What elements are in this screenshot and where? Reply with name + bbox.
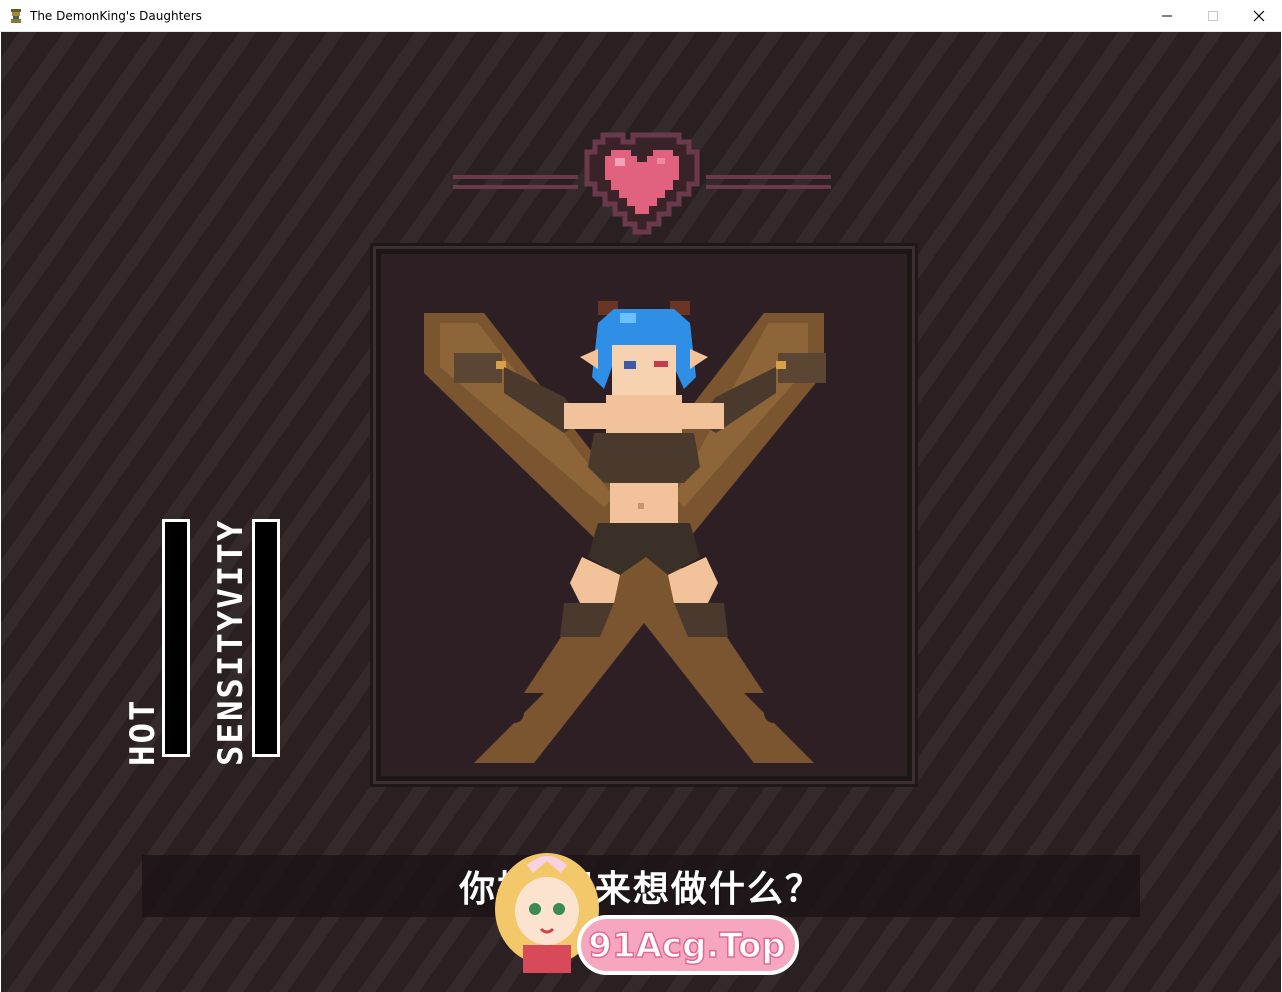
- minimize-icon: [1162, 15, 1172, 16]
- hot-gauge-bar: [162, 519, 190, 757]
- sensitivity-gauge-label: SENSITYVITY: [211, 518, 251, 766]
- character-portrait-frame: [370, 243, 918, 787]
- close-button[interactable]: [1236, 0, 1282, 31]
- window-title: The DemonKing's Daughters: [30, 8, 202, 23]
- close-icon: [1253, 10, 1265, 21]
- watermark-text: 91Acg.Top: [588, 926, 785, 966]
- window-controls: [1144, 0, 1282, 31]
- app-icon: [11, 8, 21, 23]
- window-titlebar: The DemonKing's Daughters: [0, 0, 1282, 32]
- sensitivity-gauge-bar: [252, 519, 280, 757]
- game-viewport[interactable]: HOT SENSITYVITY 你把▯起来想做什么？ 91Acg.Top: [1, 32, 1281, 992]
- minimize-button[interactable]: [1144, 0, 1190, 31]
- maximize-icon: [1208, 10, 1218, 21]
- maximize-button[interactable]: [1190, 0, 1236, 31]
- hot-gauge-label: HOT: [123, 698, 163, 766]
- heart-emblem-icon: [453, 132, 831, 235]
- watermark-logo: 91Acg.Top: [495, 853, 799, 975]
- character-sprite: [424, 301, 826, 763]
